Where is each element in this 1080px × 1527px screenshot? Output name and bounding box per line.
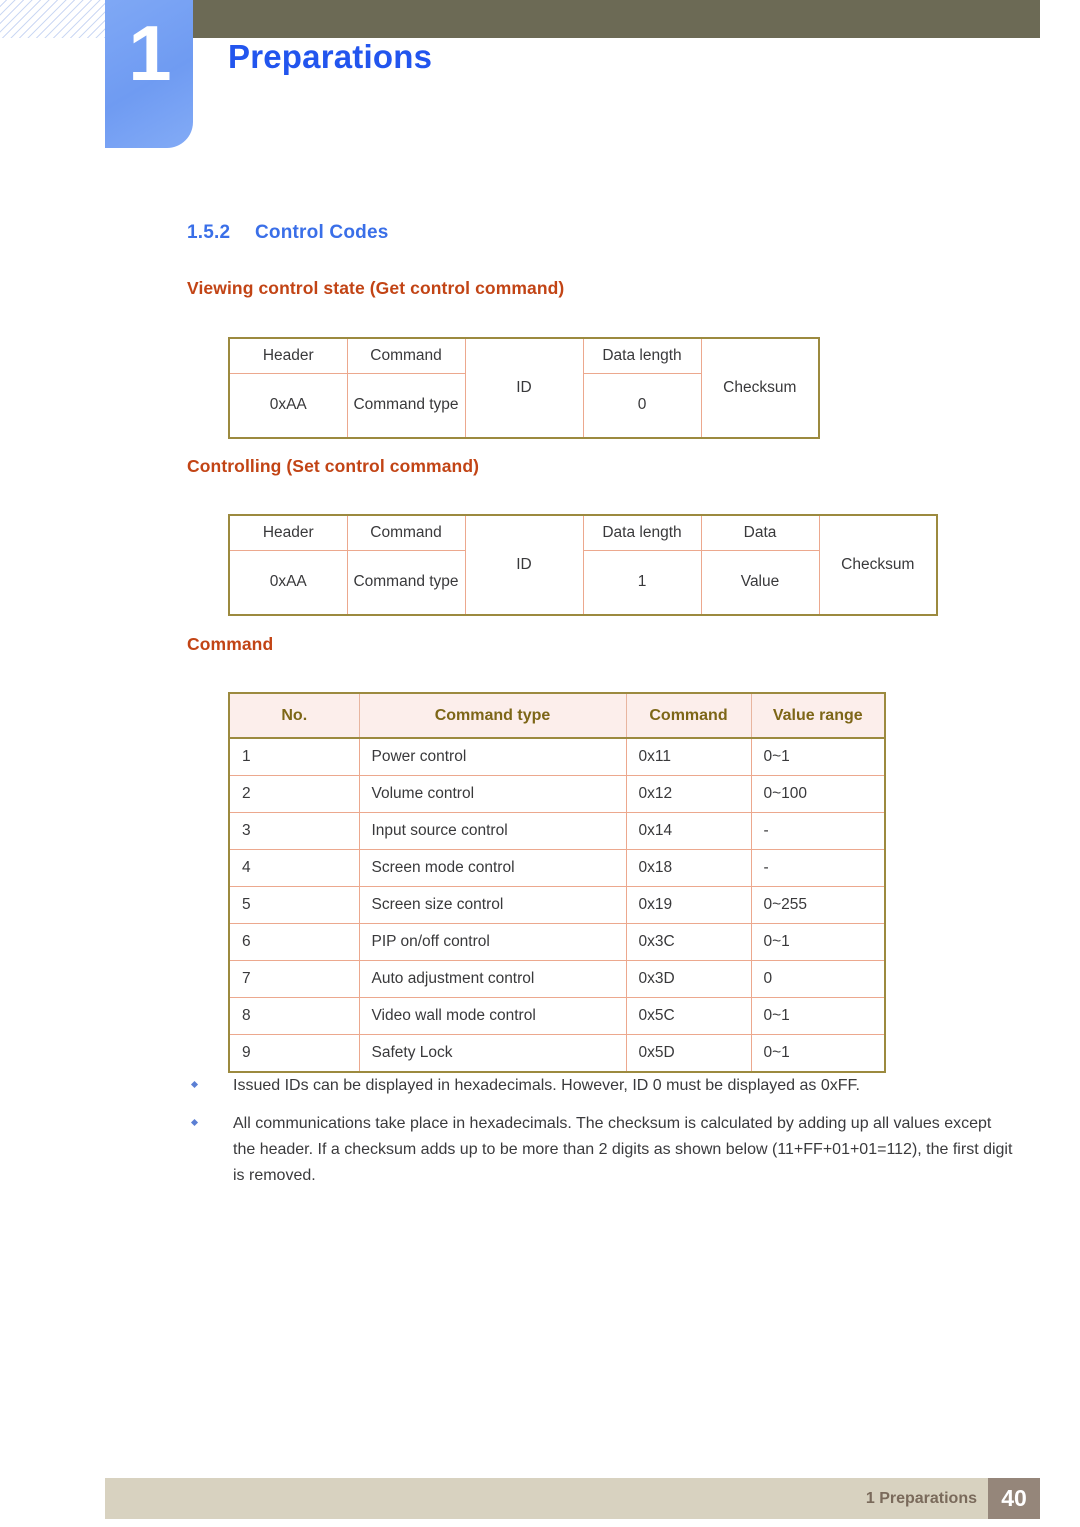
header-olive-bar [193, 0, 1040, 38]
section-heading: 1.5.2 Control Codes [187, 222, 389, 244]
cell-no: 6 [229, 923, 360, 961]
cell-no: 8 [229, 997, 360, 1035]
cell-command-type: Video wall mode control [359, 997, 627, 1035]
cell-command: 0x19 [626, 886, 752, 924]
cell-command: 0x3D [626, 960, 752, 998]
subheading-get-control: Viewing control state (Get control comma… [187, 278, 565, 298]
cell-data-length-label: Data length [582, 514, 702, 551]
table-row: 4 Screen mode control 0x18 - [229, 849, 885, 887]
cell-value-range: 0~1 [751, 997, 885, 1035]
cell-no: 9 [229, 1034, 360, 1072]
note-text: All communications take place in hexadec… [233, 1114, 1013, 1184]
table-row: Header Command ID Data length Data Check… [228, 514, 938, 616]
notes-list: Issued IDs can be displayed in hexadecim… [188, 1073, 1016, 1201]
col-header-command: Command [626, 693, 752, 739]
bullet-diamond-icon [190, 1080, 199, 1089]
cell-no: 1 [229, 738, 360, 776]
cell-command: 0x5C [626, 997, 752, 1035]
cell-command: 0x3C [626, 923, 752, 961]
cell-command-type: Safety Lock [359, 1034, 627, 1072]
cell-no: 3 [229, 812, 360, 850]
table-row: 2 Volume control 0x12 0~100 [229, 775, 885, 813]
table-row: 7 Auto adjustment control 0x3D 0 [229, 960, 885, 998]
table-row: 8 Video wall mode control 0x5C 0~1 [229, 997, 885, 1035]
table-row: 6 PIP on/off control 0x3C 0~1 [229, 923, 885, 961]
cell-value-range: 0~1 [751, 738, 885, 776]
cell-command: 0x14 [626, 812, 752, 850]
footer-page-number: 40 [988, 1478, 1040, 1519]
cell-no: 5 [229, 886, 360, 924]
chapter-badge: 1 [105, 0, 193, 148]
cell-value-range: 0~1 [751, 1034, 885, 1072]
cell-value-range: - [751, 812, 885, 850]
table-row: 1 Power control 0x11 0~1 [229, 738, 885, 776]
cell-id: ID [464, 337, 584, 439]
cell-header-label: Header [228, 337, 348, 374]
cell-value-range: 0~100 [751, 775, 885, 813]
list-item: Issued IDs can be displayed in hexadecim… [188, 1073, 1016, 1099]
list-item: All communications take place in hexadec… [188, 1111, 1016, 1189]
cell-command: 0x12 [626, 775, 752, 813]
cell-command-label: Command [346, 337, 466, 374]
cell-value-range: - [751, 849, 885, 887]
chapter-title: Preparations [228, 38, 433, 75]
cell-command-type: Command type [346, 373, 466, 439]
cell-data-label: Data [700, 514, 820, 551]
cell-value-range: 0 [751, 960, 885, 998]
cell-data-value: Value [700, 550, 820, 616]
cell-command: 0x11 [626, 738, 752, 776]
command-reference-table: No. Command type Command Value range 1 P… [228, 692, 886, 1073]
cell-command-type: Auto adjustment control [359, 960, 627, 998]
footer-bar: 1 Preparations 40 [105, 1478, 1040, 1519]
footer-chapter-label: 1 Preparations [865, 1490, 977, 1507]
cell-command: 0x18 [626, 849, 752, 887]
cell-id: ID [464, 514, 584, 616]
get-control-frame-table: Header Command ID Data length Checksum 0… [228, 337, 820, 439]
table-row: 5 Screen size control 0x19 0~255 [229, 886, 885, 924]
table-header-row: No. Command type Command Value range [229, 693, 885, 739]
chapter-number: 1 [128, 9, 171, 97]
cell-header-label: Header [228, 514, 348, 551]
col-header-no: No. [229, 693, 360, 739]
cell-value-range: 0~255 [751, 886, 885, 924]
col-header-command-type: Command type [359, 693, 627, 739]
cell-command-label: Command [346, 514, 466, 551]
cell-no: 2 [229, 775, 360, 813]
cell-command-type: Power control [359, 738, 627, 776]
note-text: Issued IDs can be displayed in hexadecim… [233, 1077, 860, 1094]
cell-checksum: Checksum [818, 514, 938, 616]
cell-value-range: 0~1 [751, 923, 885, 961]
cell-no: 7 [229, 960, 360, 998]
table-row: 3 Input source control 0x14 - [229, 812, 885, 850]
bullet-diamond-icon [190, 1118, 199, 1126]
subheading-command: Command [187, 634, 274, 654]
cell-checksum: Checksum [700, 337, 820, 439]
cell-data-length-value: 0 [582, 373, 702, 439]
cell-command-type: Input source control [359, 812, 627, 850]
table-row: 9 Safety Lock 0x5D 0~1 [229, 1034, 885, 1072]
cell-command-type: Command type [346, 550, 466, 616]
section-title: Control Codes [255, 222, 389, 243]
set-control-frame-table: Header Command ID Data length Data Check… [228, 514, 938, 616]
cell-command-type: Volume control [359, 775, 627, 813]
cell-data-length-value: 1 [582, 550, 702, 616]
cell-data-length-label: Data length [582, 337, 702, 374]
section-number: 1.5.2 [187, 222, 231, 243]
cell-command-type: Screen size control [359, 886, 627, 924]
cell-command-type: PIP on/off control [359, 923, 627, 961]
col-header-value-range: Value range [751, 693, 885, 739]
cell-header-value: 0xAA [228, 550, 348, 616]
cell-header-value: 0xAA [228, 373, 348, 439]
table-row: Header Command ID Data length Checksum [228, 337, 820, 439]
cell-command: 0x5D [626, 1034, 752, 1072]
cell-no: 4 [229, 849, 360, 887]
cell-command-type: Screen mode control [359, 849, 627, 887]
subheading-set-control: Controlling (Set control command) [187, 456, 480, 476]
decorative-hatch-pattern [0, 0, 105, 38]
